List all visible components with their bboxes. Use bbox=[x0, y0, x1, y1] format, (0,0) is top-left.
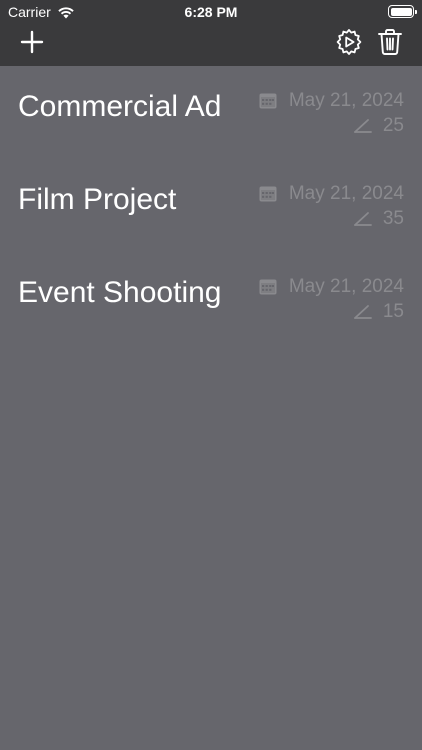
trash-icon bbox=[378, 29, 402, 55]
item-count: 35 bbox=[353, 208, 404, 230]
project-list: Commercial Ad May 21, 2024 25 Film Proje… bbox=[0, 66, 422, 345]
list-item[interactable]: Event Shooting May 21, 2024 15 bbox=[0, 252, 422, 345]
count-label: 25 bbox=[382, 115, 404, 136]
item-date: May 21, 2024 bbox=[259, 90, 404, 112]
angle-icon bbox=[353, 211, 373, 227]
calendar-icon bbox=[259, 93, 277, 109]
item-date: May 21, 2024 bbox=[259, 276, 404, 298]
list-item[interactable]: Film Project May 21, 2024 35 bbox=[0, 159, 422, 252]
item-title: Commercial Ad bbox=[18, 90, 222, 123]
calendar-icon bbox=[259, 186, 277, 202]
item-date: May 21, 2024 bbox=[259, 183, 404, 205]
item-title: Film Project bbox=[18, 183, 177, 216]
count-label: 15 bbox=[382, 301, 404, 322]
add-button[interactable] bbox=[17, 27, 47, 57]
calendar-icon bbox=[259, 279, 277, 295]
count-label: 35 bbox=[382, 208, 404, 229]
angle-icon bbox=[353, 304, 373, 320]
item-count: 15 bbox=[353, 301, 404, 323]
status-bar: Carrier 6:28 PM bbox=[0, 0, 422, 24]
date-label: May 21, 2024 bbox=[288, 90, 404, 111]
angle-icon bbox=[353, 118, 373, 134]
list-item[interactable]: Commercial Ad May 21, 2024 25 bbox=[0, 66, 422, 159]
date-label: May 21, 2024 bbox=[288, 276, 404, 297]
settings-button[interactable] bbox=[334, 27, 364, 57]
delete-button[interactable] bbox=[375, 27, 405, 57]
plus-icon bbox=[20, 30, 44, 54]
item-title: Event Shooting bbox=[18, 276, 222, 309]
item-count: 25 bbox=[353, 115, 404, 137]
date-label: May 21, 2024 bbox=[288, 183, 404, 204]
navigation-bar: Carrier 6:28 PM bbox=[0, 0, 422, 66]
status-time: 6:28 PM bbox=[184, 4, 238, 20]
battery-icon bbox=[388, 5, 417, 18]
settings-play-icon bbox=[336, 29, 362, 55]
